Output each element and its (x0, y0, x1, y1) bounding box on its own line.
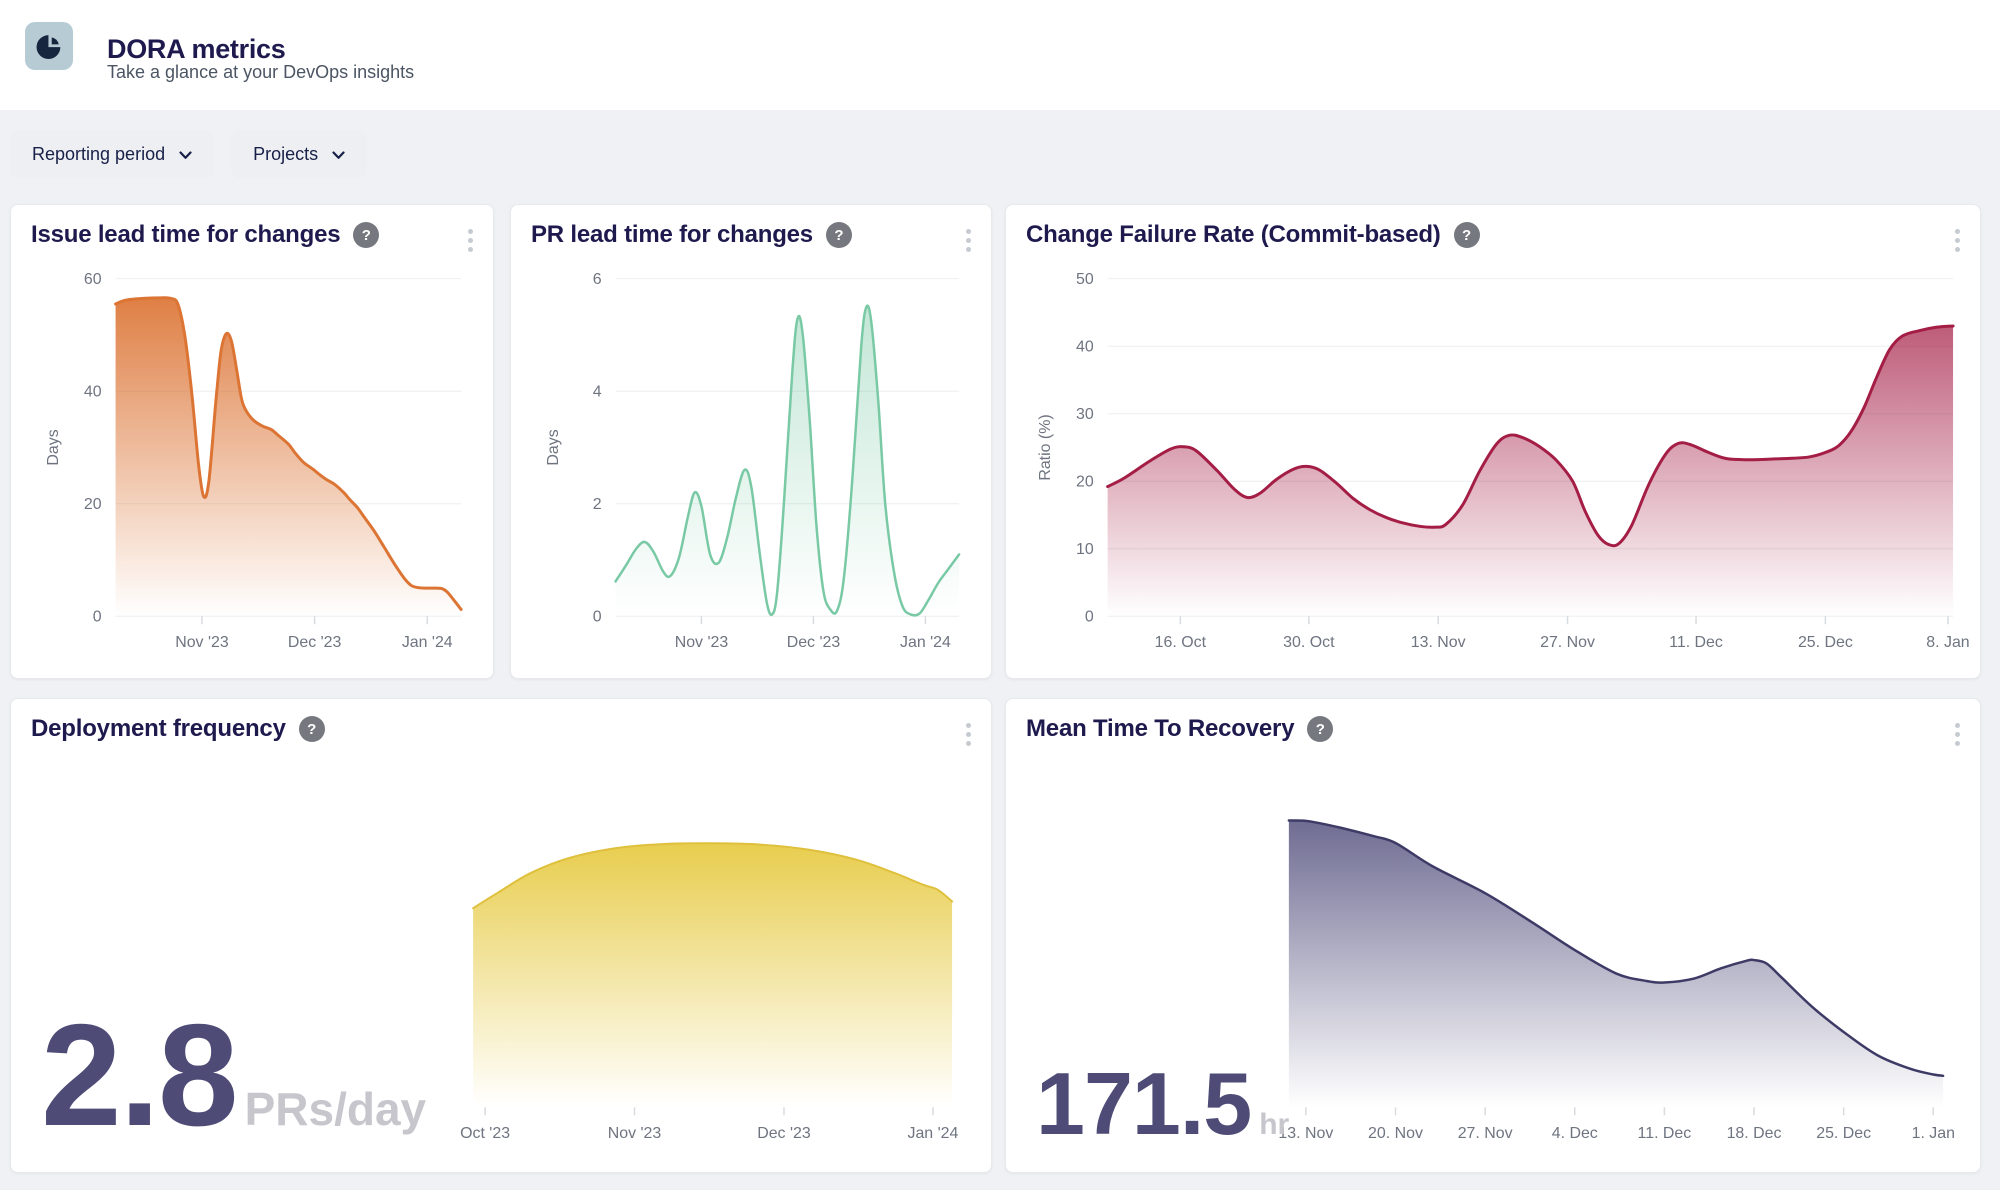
deployment-frequency-card: Deployment frequency ? Oct '23 Nov '23 Dec… (10, 698, 992, 1173)
svg-text:20: 20 (1076, 474, 1094, 491)
card-header: Mean Time To Recovery ? (1026, 715, 1333, 743)
svg-text:1. Jan: 1. Jan (1912, 1125, 1955, 1142)
svg-text:18. Dec: 18. Dec (1727, 1125, 1782, 1142)
svg-text:11. Dec: 11. Dec (1638, 1125, 1692, 1142)
svg-text:16. Oct: 16. Oct (1155, 634, 1207, 651)
card-header: PR lead time for changes ? (531, 221, 852, 249)
page-title: DORA metrics (107, 34, 285, 65)
svg-text:30. Oct: 30. Oct (1283, 634, 1335, 651)
pr-lead-time-card: PR lead time for changes ? 0 2 4 6 Days Nov '… (510, 204, 992, 679)
kebab-menu-icon[interactable] (1951, 225, 1964, 256)
reporting-period-label: Reporting period (32, 144, 165, 165)
mean-time-to-recovery-card: Mean Time To Recovery ? 13. Nov20. Nov27… (1005, 698, 1981, 1173)
svg-text:20: 20 (84, 496, 102, 513)
svg-text:Jan '24: Jan '24 (908, 1125, 959, 1142)
filter-bar: Reporting period Projects (10, 130, 367, 178)
svg-text:0: 0 (1085, 609, 1094, 626)
svg-text:10: 10 (1076, 541, 1094, 558)
svg-text:13. Nov: 13. Nov (1411, 634, 1466, 651)
svg-text:Jan '24: Jan '24 (402, 634, 453, 651)
svg-text:40: 40 (84, 384, 102, 401)
help-icon[interactable]: ? (299, 716, 325, 742)
svg-text:8. Jan: 8. Jan (1926, 634, 1969, 651)
svg-text:Nov '23: Nov '23 (175, 634, 229, 651)
page-header: DORA metrics Take a glance at your DevOp… (0, 0, 2000, 110)
metric-unit: hr (1259, 1108, 1289, 1142)
svg-text:Dec '23: Dec '23 (288, 634, 342, 651)
svg-text:4. Dec: 4. Dec (1552, 1125, 1598, 1142)
svg-text:20. Nov: 20. Nov (1368, 1125, 1423, 1142)
pie-chart-icon (25, 22, 73, 70)
card-title: Deployment frequency (31, 715, 286, 743)
svg-text:Dec '23: Dec '23 (757, 1125, 811, 1142)
chevron-down-icon (332, 151, 345, 160)
kebab-menu-icon[interactable] (464, 225, 477, 256)
svg-text:4: 4 (593, 384, 602, 401)
card-title: Mean Time To Recovery (1026, 715, 1294, 743)
svg-text:60: 60 (84, 271, 102, 288)
svg-text:0: 0 (593, 609, 602, 626)
projects-dropdown[interactable]: Projects (231, 130, 367, 178)
svg-text:Dec '23: Dec '23 (787, 634, 841, 651)
help-icon[interactable]: ? (1307, 716, 1333, 742)
svg-text:Ratio (%): Ratio (%) (1037, 414, 1054, 480)
help-icon[interactable]: ? (826, 222, 852, 248)
deployment-frequency-metric: 2.8 PRs/day (41, 1003, 426, 1148)
card-title: Change Failure Rate (Commit-based) (1026, 221, 1441, 249)
svg-text:0: 0 (93, 609, 102, 626)
svg-text:Days: Days (545, 429, 562, 465)
svg-text:2: 2 (593, 496, 602, 513)
kebab-menu-icon[interactable] (1951, 719, 1964, 750)
help-icon[interactable]: ? (353, 222, 379, 248)
svg-text:27. Nov: 27. Nov (1540, 634, 1595, 651)
card-header: Issue lead time for changes ? (31, 221, 379, 249)
svg-text:Nov '23: Nov '23 (608, 1125, 662, 1142)
svg-text:25. Dec: 25. Dec (1816, 1125, 1871, 1142)
mttr-metric: 171.5 hr (1036, 1060, 1289, 1148)
card-header: Deployment frequency ? (31, 715, 325, 743)
svg-text:50: 50 (1076, 271, 1094, 288)
issue-lead-time-card: Issue lead time for changes ? 0 20 40 60 Day… (10, 204, 494, 679)
svg-text:6: 6 (593, 271, 602, 288)
change-failure-rate-chart: 0 10 20 30 40 50 Ratio (%) 16. Oct 30. Oct 13. No… (1006, 205, 1980, 678)
kebab-menu-icon[interactable] (962, 719, 975, 750)
metric-unit: PRs/day (245, 1082, 427, 1136)
svg-text:Oct '23: Oct '23 (460, 1125, 510, 1142)
projects-label: Projects (253, 144, 318, 165)
pr-lead-time-chart: 0 2 4 6 Days Nov '23 Dec '23 Jan '24 (511, 205, 991, 678)
card-title: PR lead time for changes (531, 221, 813, 249)
svg-text:Days: Days (45, 429, 62, 465)
kebab-menu-icon[interactable] (962, 225, 975, 256)
svg-text:27. Nov: 27. Nov (1458, 1125, 1513, 1142)
card-header: Change Failure Rate (Commit-based) ? (1026, 221, 1480, 249)
chevron-down-icon (179, 151, 192, 160)
svg-text:40: 40 (1076, 339, 1094, 356)
svg-text:Jan '24: Jan '24 (900, 634, 951, 651)
pie-chart-glyph (36, 33, 62, 59)
metric-value: 2.8 (41, 1003, 237, 1148)
card-title: Issue lead time for changes (31, 221, 340, 249)
svg-text:Nov '23: Nov '23 (675, 634, 729, 651)
reporting-period-dropdown[interactable]: Reporting period (10, 130, 214, 178)
svg-text:11. Dec: 11. Dec (1669, 634, 1723, 651)
svg-text:25. Dec: 25. Dec (1798, 634, 1853, 651)
change-failure-rate-card: Change Failure Rate (Commit-based) ? 0 10… (1005, 204, 1981, 679)
page-subtitle: Take a glance at your DevOps insights (107, 62, 414, 83)
metric-value: 171.5 (1036, 1060, 1251, 1148)
help-icon[interactable]: ? (1454, 222, 1480, 248)
svg-text:30: 30 (1076, 406, 1094, 423)
issue-lead-time-chart: 0 20 40 60 Days Nov '23 Dec '23 Jan '24 (11, 205, 493, 678)
